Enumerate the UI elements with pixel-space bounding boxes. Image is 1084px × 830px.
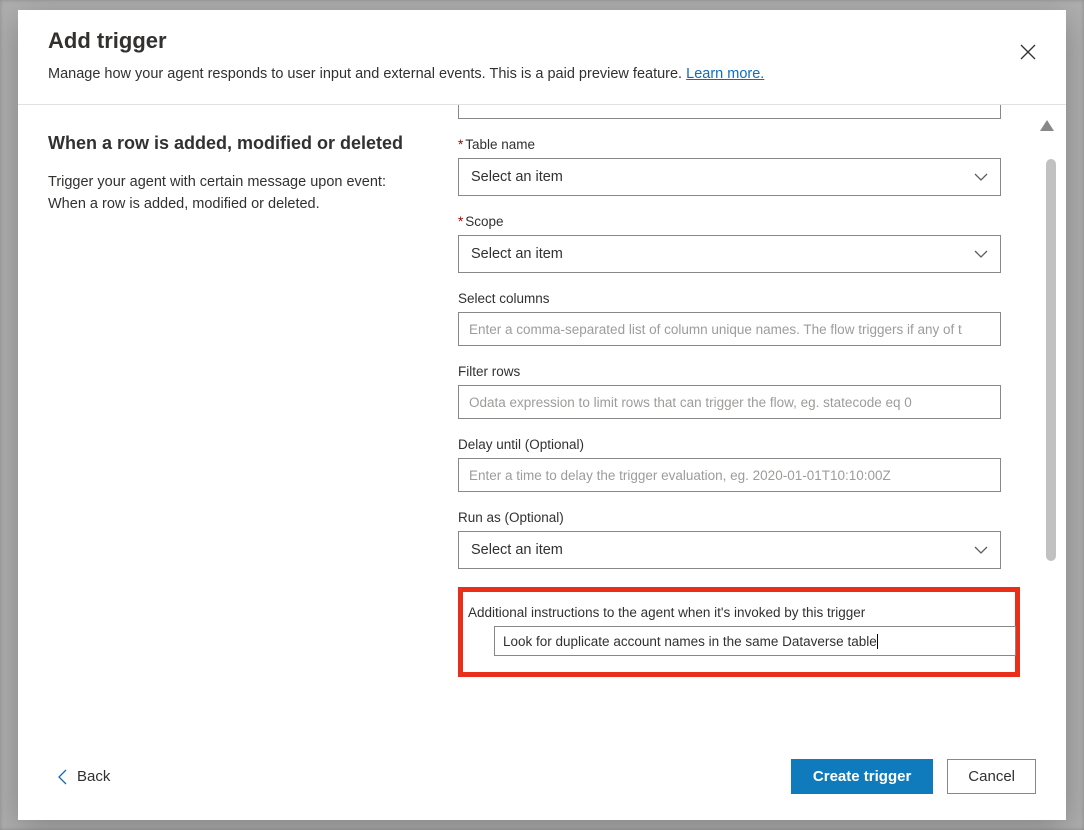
filter-rows-group: Filter rows [458, 364, 1026, 419]
run-as-group: Run as (Optional) Select an item [458, 510, 1026, 569]
learn-more-link[interactable]: Learn more. [686, 66, 764, 82]
table-name-select[interactable]: Select an item [458, 158, 1001, 196]
trigger-name-heading: When a row is added, modified or deleted [48, 133, 416, 154]
back-button[interactable]: Back [54, 762, 114, 791]
dialog-subtitle: Manage how your agent responds to user i… [48, 64, 1036, 84]
back-label: Back [77, 768, 110, 785]
chevron-down-icon [974, 173, 988, 181]
run-as-select[interactable]: Select an item [458, 531, 1001, 569]
scope-group: *Scope Select an item [458, 214, 1026, 273]
subtitle-text: Manage how your agent responds to user i… [48, 66, 686, 82]
form-panel: *Table name Select an item *Scope Select… [446, 105, 1066, 745]
table-name-label: *Table name [458, 137, 1026, 152]
scope-label-text: Scope [465, 214, 503, 229]
table-name-value: Select an item [471, 169, 563, 185]
run-as-value: Select an item [471, 542, 563, 558]
text-cursor-icon [877, 634, 878, 649]
chevron-down-icon [974, 546, 988, 554]
scope-select[interactable]: Select an item [458, 235, 1001, 273]
instructions-label: Additional instructions to the agent whe… [468, 605, 1005, 620]
select-columns-label: Select columns [458, 291, 1026, 306]
chevron-down-icon [974, 250, 988, 258]
left-panel: When a row is added, modified or deleted… [18, 105, 446, 745]
select-columns-input[interactable] [458, 312, 1001, 346]
dialog-footer: Back Create trigger Cancel [18, 745, 1066, 820]
trigger-description: Trigger your agent with certain message … [48, 172, 416, 216]
scroll-region: *Table name Select an item *Scope Select… [458, 105, 1026, 717]
footer-right: Create trigger Cancel [791, 759, 1036, 794]
required-star-icon: * [458, 137, 463, 152]
cancel-button[interactable]: Cancel [947, 759, 1036, 794]
scroll-up-arrow-icon[interactable] [1040, 120, 1054, 131]
delay-until-input[interactable] [458, 458, 1001, 492]
filter-rows-label: Filter rows [458, 364, 1026, 379]
scrollbar-thumb[interactable] [1046, 159, 1056, 561]
create-trigger-button[interactable]: Create trigger [791, 759, 933, 794]
chevron-left-icon [58, 769, 67, 785]
close-icon [1020, 44, 1036, 60]
instructions-input[interactable]: Look for duplicate account names in the … [494, 626, 1016, 656]
scrollbar-track[interactable] [1046, 159, 1056, 745]
select-columns-group: Select columns [458, 291, 1026, 346]
dialog-header: Add trigger Manage how your agent respon… [18, 10, 1066, 105]
dialog-body: When a row is added, modified or deleted… [18, 105, 1066, 745]
filter-rows-input[interactable] [458, 385, 1001, 419]
add-trigger-dialog: Add trigger Manage how your agent respon… [18, 10, 1066, 820]
instructions-highlight: Additional instructions to the agent whe… [458, 587, 1020, 677]
run-as-label: Run as (Optional) [458, 510, 1026, 525]
dialog-title: Add trigger [48, 28, 1036, 54]
required-star-icon: * [458, 214, 463, 229]
delay-until-group: Delay until (Optional) [458, 437, 1026, 492]
scope-value: Select an item [471, 246, 563, 262]
table-name-label-text: Table name [465, 137, 535, 152]
close-button[interactable] [1012, 36, 1044, 68]
partial-field-above[interactable] [458, 105, 1001, 119]
table-name-group: *Table name Select an item [458, 137, 1026, 196]
scope-label: *Scope [458, 214, 1026, 229]
delay-until-label: Delay until (Optional) [458, 437, 1026, 452]
instructions-value: Look for duplicate account names in the … [503, 634, 877, 649]
